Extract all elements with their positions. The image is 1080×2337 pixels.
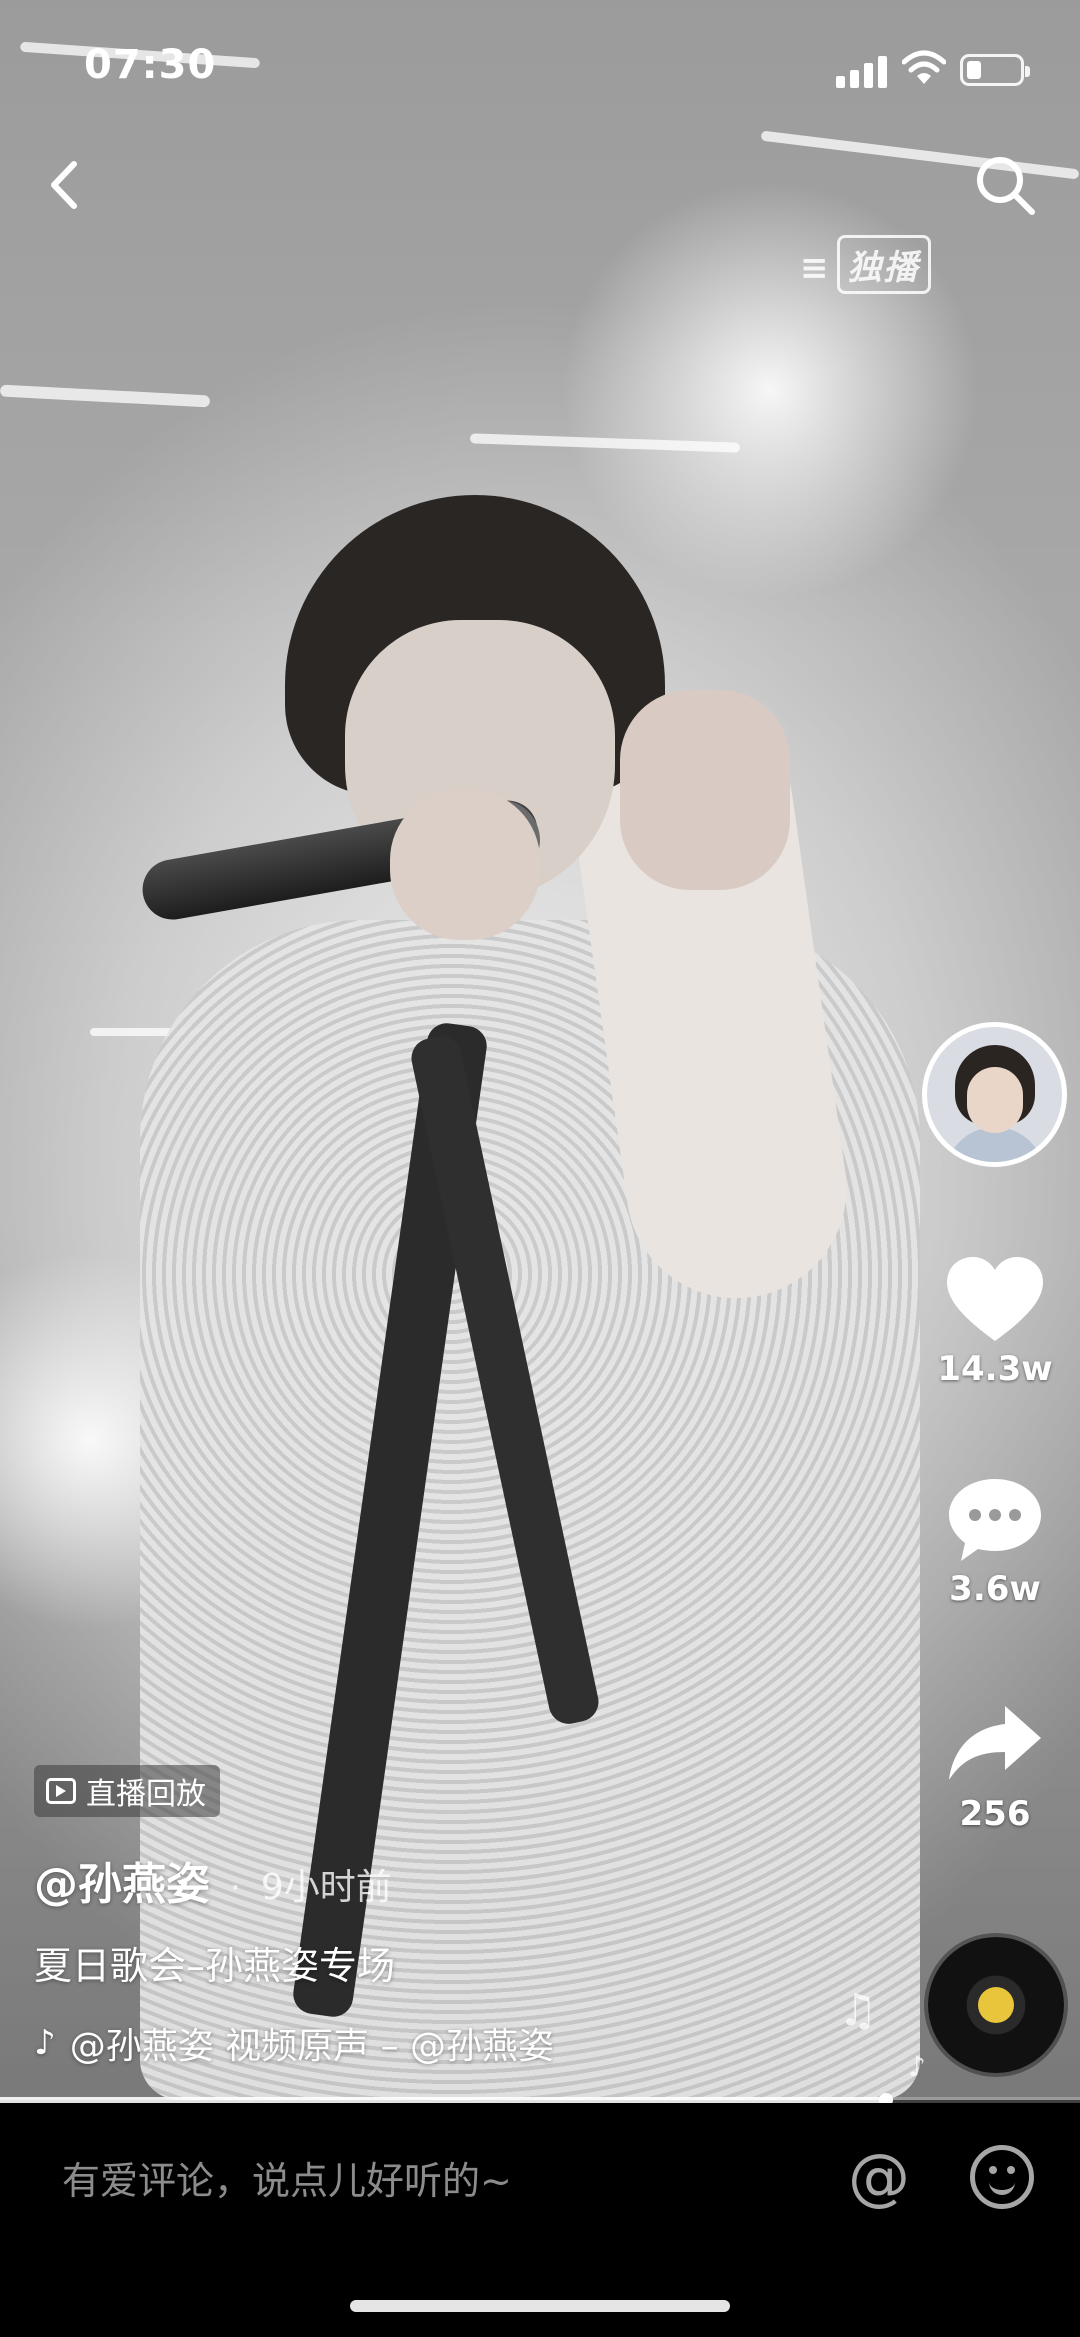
comment-count: 3.6w — [949, 1569, 1041, 1609]
signal-icon — [836, 54, 890, 88]
channel-watermark: ≡ 独播 — [800, 235, 931, 294]
author-name[interactable]: @孙燕姿 — [34, 1848, 210, 1912]
music-note-icon: ♪ — [908, 2050, 926, 2083]
performer-hand — [390, 790, 540, 940]
performer-fist — [620, 690, 790, 890]
like-button[interactable]: 14.3w — [935, 1255, 1055, 1389]
battery-icon — [960, 54, 1030, 86]
live-replay-label: 直播回放 — [86, 1777, 206, 1812]
heart-icon — [947, 1257, 1043, 1341]
comment-input[interactable]: 有爱评论，说点儿好听的~ — [62, 2150, 512, 2205]
play-icon — [46, 1778, 76, 1804]
like-count: 14.3w — [937, 1349, 1053, 1389]
status-bar: 07:30 — [0, 0, 1080, 130]
music-row[interactable]: ♪ @孙燕姿 视频原声 – @孙燕姿 — [34, 2018, 594, 2068]
search-icon[interactable] — [970, 150, 1040, 220]
home-indicator — [350, 2300, 730, 2312]
comment-icon — [949, 1479, 1041, 1561]
back-icon[interactable] — [40, 150, 90, 220]
share-count: 256 — [959, 1794, 1031, 1834]
comment-button[interactable]: 3.6w — [935, 1475, 1055, 1609]
share-icon — [949, 1706, 1041, 1780]
status-time: 07:30 — [84, 42, 217, 88]
music-note-icon: ♫ — [838, 1985, 878, 2036]
music-track: @孙燕姿 视频原声 – @孙燕姿 — [69, 2026, 555, 2067]
tiktok-note-icon: ♪ — [34, 2023, 56, 2063]
author-avatar[interactable] — [922, 1022, 1067, 1167]
posted-time: 9小时前 — [260, 1867, 392, 1908]
separator-dot: · — [230, 1868, 241, 1908]
stage-light — [0, 384, 211, 408]
wifi-icon — [902, 50, 946, 84]
music-disc-icon[interactable] — [928, 1937, 1064, 2073]
live-replay-badge[interactable]: 直播回放 — [34, 1765, 220, 1817]
emoji-icon[interactable] — [970, 2145, 1034, 2209]
author-row: @孙燕姿 · 9小时前 — [34, 1848, 392, 1912]
share-button[interactable]: 256 — [935, 1700, 1055, 1834]
video-description[interactable]: 夏日歌会–孙燕姿专场 — [34, 1935, 395, 1990]
at-icon[interactable]: @ — [848, 2140, 910, 2213]
